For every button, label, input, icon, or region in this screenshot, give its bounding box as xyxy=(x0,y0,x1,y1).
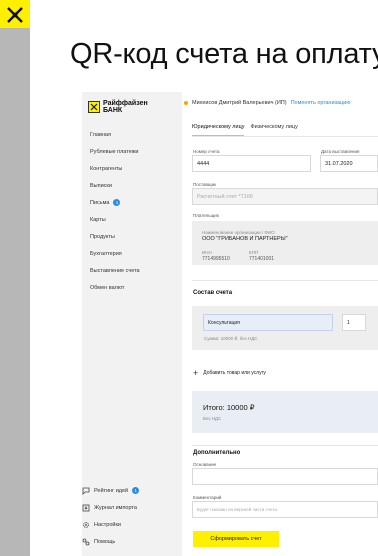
brand-logo-icon xyxy=(88,101,100,113)
add-item-button[interactable]: + Добавить товар или услугу xyxy=(193,368,266,378)
invoice-number-label: Номер счета xyxy=(193,149,220,154)
item-sum-text: Сумма: 10000 ₽, без НДС xyxy=(204,336,258,341)
slide: QR-код счета на оплату Райффайзен БАНК Г… xyxy=(0,0,378,556)
ideas-count-badge: 1 xyxy=(132,487,140,494)
sidebar-item-letters[interactable]: Письма 1 xyxy=(90,194,140,211)
item-quantity-field[interactable]: 1 xyxy=(342,314,366,331)
sidebar-item-label: Выписки xyxy=(90,182,112,189)
payer-label: Плательщик xyxy=(193,213,219,218)
switch-organization-link[interactable]: Поменять организацию xyxy=(291,100,351,106)
sidebar-item-currency-exchange[interactable]: Обмен валют xyxy=(90,279,140,296)
invoice-items-title: Состав счета xyxy=(193,290,233,296)
brand-name: Райффайзен БАНК xyxy=(103,100,148,114)
comment-field[interactable]: Будет показан на верхней части счета xyxy=(192,501,378,518)
additional-title: Дополнительно xyxy=(193,450,241,456)
payer-name-label: Наименование организации / ФИО xyxy=(202,230,275,235)
sidebar-item-products[interactable]: Продукты xyxy=(90,228,140,245)
brand[interactable]: Райффайзен БАНК xyxy=(88,100,148,114)
sidebar-item-ideas-rating[interactable]: Рейтинг идей 1 xyxy=(82,482,140,499)
sidebar-item-label: Рейтинг идей xyxy=(94,487,129,494)
payer-name-value: ООО "ГРИБАНОВ И ПАРТНЕРЫ" xyxy=(202,236,288,242)
sidebar-item-label: Карты xyxy=(90,216,106,223)
issue-date-label: Дата выставления xyxy=(321,149,360,154)
sidebar-item-counterparties[interactable]: Контрагенты xyxy=(90,160,140,177)
sidebar-item-label: Обмен валют xyxy=(90,284,125,291)
sidebar-item-settings[interactable]: Настройки xyxy=(82,516,139,533)
sidebar-item-label: Главная xyxy=(90,131,111,138)
supplier-field[interactable]: Расчетный счет *7166 xyxy=(192,188,378,205)
comment-label: Комментарий xyxy=(193,495,222,500)
sidebar-item-label: Настройки xyxy=(94,521,121,528)
tabs-divider xyxy=(192,136,378,137)
sidebar-item-label: Контрагенты xyxy=(90,165,123,172)
sidebar-item-label: Помощь xyxy=(94,538,116,545)
sidebar-item-statements[interactable]: Выписки xyxy=(90,177,140,194)
invoice-form: Михеисов Дмитрий Валерьевич (ИП) Поменят… xyxy=(182,92,378,556)
sidebar-item-cards[interactable]: Карты xyxy=(90,211,140,228)
vat-note: Без НДС xyxy=(203,416,222,421)
kpp-value: 771401001 xyxy=(249,256,275,262)
slide-title: QR-код счета на оплату xyxy=(70,38,378,70)
sidebar-item-accounting[interactable]: Бухгалтерия xyxy=(90,245,140,262)
topbar: Михеисов Дмитрий Валерьевич (ИП) Поменят… xyxy=(184,100,350,106)
org-status-dot xyxy=(184,101,188,105)
brand-name-line1: Райффайзен xyxy=(103,100,148,107)
help-icon xyxy=(82,538,90,546)
totals-card xyxy=(192,391,378,433)
divider xyxy=(192,280,378,281)
basis-label: Основание xyxy=(193,462,217,467)
letters-count-badge: 1 xyxy=(113,199,121,206)
sidebar-item-import-log[interactable]: Журнал импорта xyxy=(82,499,139,516)
sidebar-item-invoicing[interactable]: Выставление счета xyxy=(90,262,140,279)
supplier-label: Поставщик xyxy=(193,182,217,187)
import-icon xyxy=(82,504,90,512)
sidebar-item-label: Продукты xyxy=(90,233,115,240)
sidebar-item-label: Рублевые платежи xyxy=(90,148,139,155)
sidebar-item-help[interactable]: Помощь xyxy=(82,533,139,550)
sidebar-nav: Главная Рублевые платежи Контрагенты Вып… xyxy=(90,126,140,296)
total-amount: Итого: 10000 ₽ xyxy=(203,403,255,412)
sidebar-bottom-nav: Рейтинг идей 1 Журнал импорта Настройки xyxy=(82,482,140,550)
inn-label: ИНН xyxy=(202,250,212,255)
brand-name-line2: БАНК xyxy=(103,107,123,114)
gear-icon xyxy=(82,521,90,529)
kpp-label: КПП xyxy=(249,250,259,255)
sidebar-item-ruble-payments[interactable]: Рублевые платежи xyxy=(90,143,140,160)
raiffeisen-logo-icon xyxy=(0,0,30,28)
sidebar: Райффайзен БАНК Главная Рублевые платежи… xyxy=(82,92,182,556)
issue-date-field[interactable]: 31.07.2020 xyxy=(320,155,378,172)
divider xyxy=(192,445,378,446)
bank-app: Райффайзен БАНК Главная Рублевые платежи… xyxy=(82,92,378,556)
sidebar-item-label: Выставление счета xyxy=(90,267,140,274)
sidebar-item-label: Бухгалтерия xyxy=(90,250,122,257)
inn-value: 7714995510 xyxy=(202,256,230,262)
sidebar-item-label: Письма xyxy=(90,199,110,206)
sidebar-item-label: Журнал импорта xyxy=(94,504,137,511)
chat-icon xyxy=(82,487,90,495)
basis-field[interactable] xyxy=(192,468,378,485)
item-name-field[interactable]: Консультация xyxy=(203,314,333,331)
plus-icon: + xyxy=(193,368,199,378)
sidebar-item-home[interactable]: Главная xyxy=(90,126,140,143)
current-user: Михеисов Дмитрий Валерьевич (ИП) xyxy=(192,100,287,106)
invoice-number-field[interactable]: 4444 xyxy=(192,155,311,172)
slide-left-strip xyxy=(0,0,30,556)
add-item-label: Добавить товар или услугу xyxy=(203,370,266,376)
create-invoice-button[interactable]: Сформировать счет xyxy=(193,531,279,547)
